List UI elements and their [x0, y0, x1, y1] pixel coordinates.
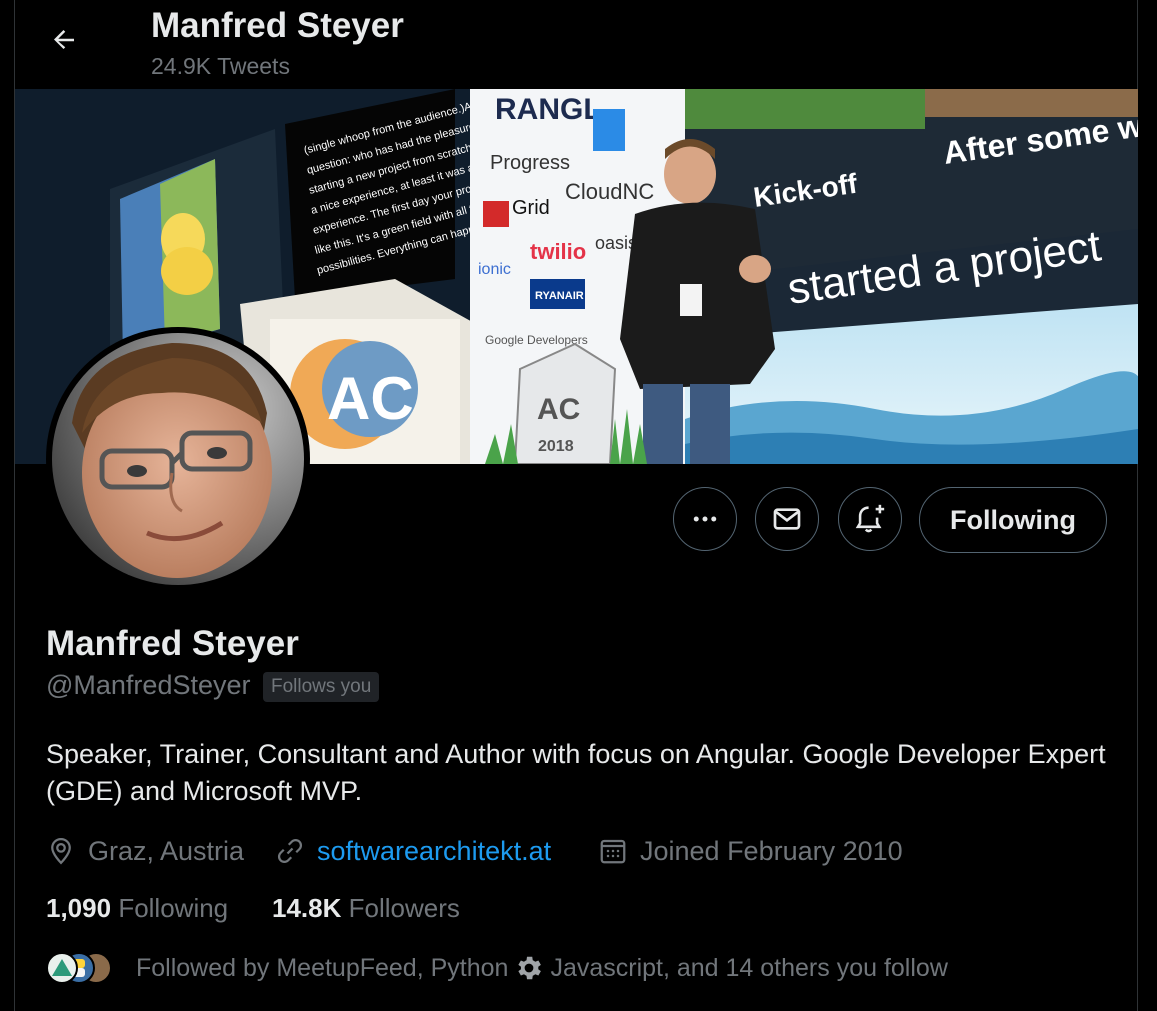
- more-icon: [693, 516, 717, 522]
- sponsor-ryanair: RYANAIR: [535, 290, 584, 302]
- followed-by-prefix: Followed by MeetupFeed, Python: [136, 953, 509, 982]
- follows-you-badge: Follows you: [263, 672, 380, 702]
- followers-stat[interactable]: 14.8K Followers: [272, 893, 460, 924]
- followed-by-avatars: [46, 950, 116, 986]
- envelope-icon: [773, 508, 801, 530]
- arrow-left-icon: [54, 30, 74, 49]
- sponsor-progress: Progress: [490, 152, 570, 174]
- followed-by[interactable]: Followed by MeetupFeed, Python Javascrip…: [46, 948, 948, 988]
- location-pin-icon: [51, 837, 71, 865]
- followers-label: Followers: [348, 893, 460, 923]
- following-count: 1,090: [46, 893, 112, 923]
- sponsor-aggrid: Grid: [512, 197, 550, 219]
- profile-name: Manfred Steyer: [46, 624, 299, 663]
- joined-text: Joined February 2010: [640, 835, 903, 866]
- website[interactable]: softwarearchitekt.at: [275, 832, 551, 870]
- sponsor-twilio: twilio: [530, 239, 586, 264]
- calendar-icon: [600, 839, 626, 864]
- sponsor-rangle: RANGL: [495, 93, 602, 126]
- avatar-meetupfeed: [46, 952, 78, 984]
- profile-bio: Speaker, Trainer, Consultant and Author …: [46, 739, 1106, 806]
- followed-by-suffix: Javascript, and 14 others you follow: [550, 953, 948, 982]
- location: Graz, Austria: [46, 832, 244, 870]
- bell-plus-icon: [855, 504, 885, 533]
- gear-icon: [518, 956, 542, 980]
- message-button[interactable]: [755, 487, 819, 551]
- back-button[interactable]: [40, 16, 88, 64]
- badge-ac: AC: [537, 393, 580, 426]
- notify-button[interactable]: [838, 487, 902, 551]
- following-label: Following: [118, 893, 229, 923]
- sponsor-cloudnc: CloudNC: [565, 179, 654, 204]
- following-stat[interactable]: 1,090 Following: [46, 893, 228, 924]
- following-button[interactable]: Following: [919, 487, 1107, 553]
- website-link[interactable]: softwarearchitekt.at: [317, 836, 551, 867]
- link-icon: [277, 838, 303, 864]
- badge-year: 2018: [538, 438, 574, 455]
- profile-handle: @ManfredSteyer: [46, 670, 251, 700]
- profile-avatar[interactable]: [46, 327, 310, 591]
- header-title: Manfred Steyer: [151, 6, 404, 45]
- header-tweet-count: 24.9K Tweets: [151, 53, 290, 79]
- location-text: Graz, Austria: [88, 835, 245, 866]
- podium-logo: AC: [327, 365, 414, 432]
- sponsor-ionic: ionic: [478, 261, 511, 278]
- more-button[interactable]: [673, 487, 737, 551]
- followers-count: 14.8K: [272, 893, 342, 923]
- joined-date: Joined February 2010: [598, 832, 903, 870]
